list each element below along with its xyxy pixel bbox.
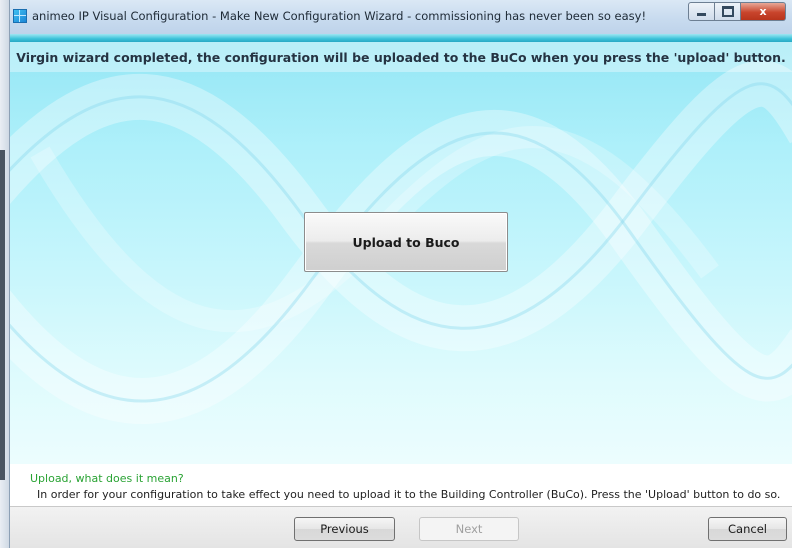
- background-window-edge: [0, 0, 9, 548]
- maximize-button[interactable]: [715, 2, 741, 21]
- minimize-icon: [697, 13, 706, 16]
- wizard-window: animeo IP Visual Configuration - Make Ne…: [9, 0, 792, 548]
- accent-bar: [10, 34, 792, 42]
- wizard-content: Virgin wizard completed, the configurati…: [10, 42, 792, 464]
- window-controls: x: [688, 2, 786, 22]
- background-window-shadow: [0, 150, 5, 480]
- title-bar[interactable]: animeo IP Visual Configuration - Make Ne…: [10, 0, 792, 35]
- minimize-button[interactable]: [688, 2, 715, 21]
- maximize-icon: [721, 6, 734, 17]
- wizard-status-message: Virgin wizard completed, the configurati…: [16, 49, 786, 65]
- close-icon: x: [759, 5, 767, 18]
- help-panel: Upload, what does it mean? In order for …: [10, 464, 792, 506]
- header-band: Virgin wizard completed, the configurati…: [10, 42, 792, 72]
- upload-to-buco-button[interactable]: Upload to Buco: [304, 212, 508, 272]
- previous-button[interactable]: Previous: [294, 517, 395, 541]
- help-text: In order for your configuration to take …: [37, 488, 781, 501]
- next-button[interactable]: Next: [419, 517, 519, 541]
- app-icon: [13, 9, 27, 23]
- close-button[interactable]: x: [741, 2, 786, 21]
- footer-bar: Previous Next Cancel: [10, 506, 792, 548]
- window-title: animeo IP Visual Configuration - Make Ne…: [32, 9, 647, 23]
- cancel-button[interactable]: Cancel: [708, 517, 787, 541]
- help-title: Upload, what does it mean?: [30, 472, 184, 485]
